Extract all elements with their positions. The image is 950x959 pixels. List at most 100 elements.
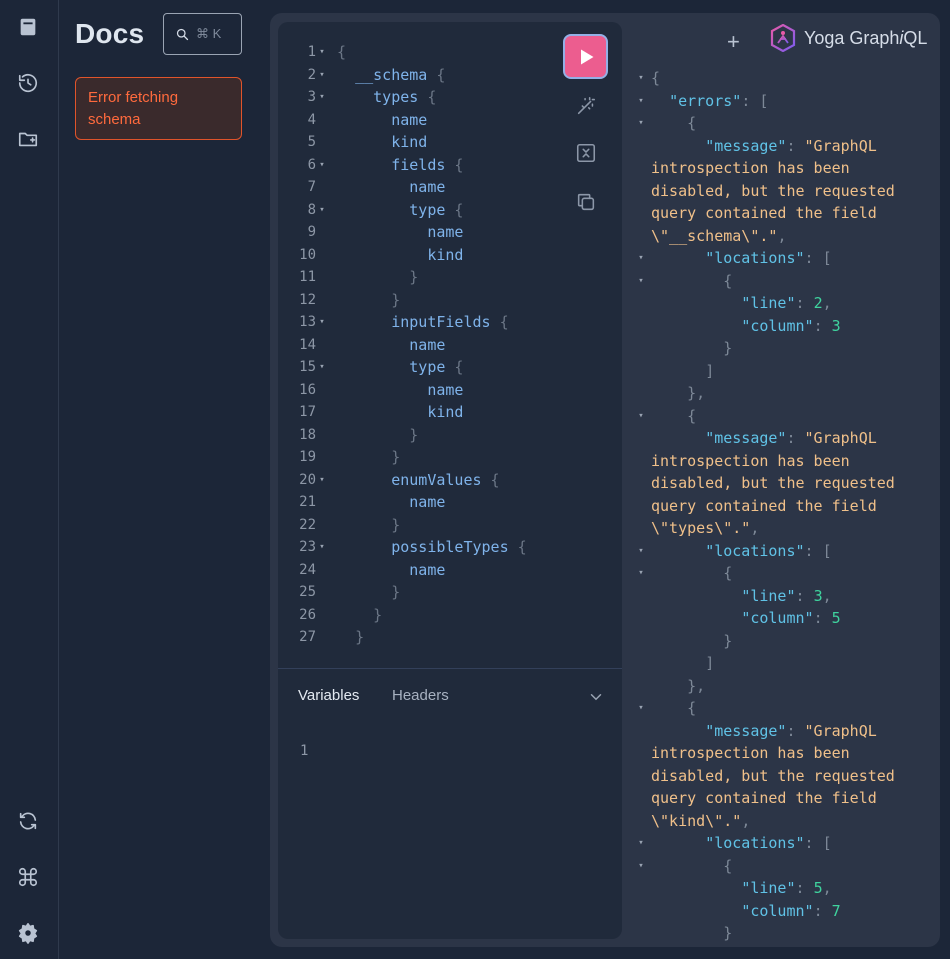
merge-icon [576, 143, 596, 163]
editor-line: 13 ▾ inputFields { [278, 311, 527, 334]
fold-caret-icon[interactable]: ▾ [316, 469, 328, 492]
field-token: kind [391, 133, 428, 151]
editor-line: 2 ▾ __schema { [278, 64, 527, 87]
punctuation-token: : [795, 879, 814, 897]
line-number: 10 [299, 246, 316, 263]
fold-gutter [316, 131, 328, 154]
docs-pane: Docs ⌘ K Error fetching schema [60, 0, 265, 959]
copy-query-button[interactable] [574, 190, 598, 214]
fold-caret-icon[interactable]: ▾ [316, 86, 328, 109]
fold-caret-icon[interactable]: ▾ [316, 199, 328, 222]
field-token: __schema [355, 65, 428, 84]
fold-caret-icon[interactable]: ▾ [636, 247, 646, 270]
editor-line: 7 name [278, 176, 527, 199]
json-key: "locations" [705, 249, 805, 267]
fold-gutter [316, 244, 328, 267]
punctuation-token: { [723, 271, 733, 290]
fold-caret-icon[interactable]: ▾ [636, 270, 646, 293]
json-number: 3 [813, 586, 823, 605]
json-string: "GraphQL [804, 136, 877, 155]
fold-caret-icon[interactable]: ▾ [636, 90, 646, 113]
fold-caret-icon[interactable]: ▾ [636, 112, 646, 135]
yoga-graphiql-logo: Yoga GraphiQL [770, 24, 927, 52]
fold-caret-icon[interactable]: ▾ [316, 41, 328, 64]
fold-caret-icon[interactable]: ▾ [636, 562, 646, 585]
toggle-editor-tools-button[interactable] [587, 688, 605, 706]
fold-gutter [316, 491, 328, 514]
json-string: introspection has been [651, 451, 850, 470]
folder-icon[interactable] [17, 128, 39, 150]
search-icon [176, 28, 189, 40]
punctuation-token: : [ [741, 91, 769, 110]
docs-search-button[interactable]: ⌘ K [163, 13, 242, 55]
line-number: 8 [307, 201, 316, 218]
execute-query-button[interactable] [563, 34, 608, 79]
fold-caret-icon[interactable]: ▾ [636, 67, 646, 90]
punctuation-token: : [ [804, 834, 832, 852]
punctuation-token: }, [687, 676, 706, 695]
refetch-schema-icon[interactable] [17, 810, 39, 832]
fold-caret-icon[interactable]: ▾ [316, 154, 328, 177]
fold-caret-icon[interactable]: ▾ [316, 64, 328, 87]
json-string: \"__schema\"." [651, 226, 778, 245]
punctuation-token: }, [687, 384, 706, 402]
editor-line: 24 name [278, 559, 527, 582]
copy-icon [577, 193, 595, 211]
line-number: 20 [299, 471, 316, 488]
json-string: \"types\"." [651, 519, 751, 537]
fold-gutter [316, 446, 328, 469]
brace-token: } [391, 448, 401, 466]
punctuation-token: , [822, 879, 832, 897]
punctuation-token: : [795, 586, 814, 605]
query-editor[interactable]: 1 ▾ {2 ▾ __schema {3 ▾ types {4 name 5 kind 6… [278, 41, 527, 649]
line-number: 3 [307, 89, 316, 105]
punctuation-token: } [723, 631, 733, 650]
json-key: "line" [741, 294, 796, 312]
new-tab-button[interactable]: + [727, 29, 740, 55]
json-key: "message" [705, 136, 787, 155]
shortcuts-icon[interactable] [17, 866, 39, 888]
tab-variables[interactable]: Variables [298, 687, 359, 704]
fold-caret-icon[interactable]: ▾ [636, 832, 646, 855]
fold-gutter [316, 514, 328, 537]
history-icon[interactable] [17, 72, 39, 94]
fold-caret-icon[interactable]: ▾ [316, 356, 328, 379]
fold-caret-icon[interactable]: ▾ [636, 405, 646, 428]
json-string: "GraphQL [804, 721, 877, 740]
json-string: disabled, but the requested [651, 181, 895, 200]
variables-line-number: 1 [300, 743, 309, 759]
fold-caret-icon[interactable]: ▾ [316, 536, 328, 559]
punctuation-token: { [723, 856, 733, 875]
punctuation-token: : [813, 316, 832, 335]
editor-line: 15 ▾ type { [278, 356, 527, 379]
json-key: "column" [741, 609, 814, 627]
fold-gutter [316, 266, 328, 289]
brace-token: { [445, 155, 464, 174]
fold-caret-icon[interactable]: ▾ [636, 855, 646, 878]
fold-gutter [316, 379, 328, 402]
json-key: "column" [741, 316, 814, 335]
tab-headers[interactable]: Headers [392, 687, 449, 704]
fold-caret-icon[interactable]: ▾ [636, 697, 646, 720]
docs-explorer-icon[interactable] [17, 16, 39, 38]
query-editor-panel: 1 ▾ {2 ▾ __schema {3 ▾ types {4 name 5 kind 6… [278, 22, 622, 939]
merge-fragments-button[interactable] [574, 141, 598, 165]
prettify-button[interactable] [574, 94, 598, 118]
punctuation-token: : [786, 429, 805, 447]
field-token: inputFields [391, 313, 491, 331]
fold-caret-icon[interactable]: ▾ [316, 311, 328, 334]
editor-line: 27 } [278, 626, 527, 649]
magic-wand-icon [577, 96, 596, 115]
fold-caret-icon[interactable]: ▾ [636, 540, 646, 563]
editor-line: 6 ▾ fields { [278, 154, 527, 177]
editor-line: 14 name [278, 334, 527, 357]
editor-line: 26 } [278, 604, 527, 627]
punctuation-token: { [687, 114, 697, 132]
brace-token: { [337, 43, 347, 61]
fold-gutter [316, 289, 328, 312]
json-key: "line" [741, 879, 796, 897]
line-number: 25 [299, 584, 316, 600]
settings-gear-icon[interactable] [17, 922, 39, 944]
brace-token: { [508, 538, 527, 556]
line-number: 9 [307, 224, 316, 240]
